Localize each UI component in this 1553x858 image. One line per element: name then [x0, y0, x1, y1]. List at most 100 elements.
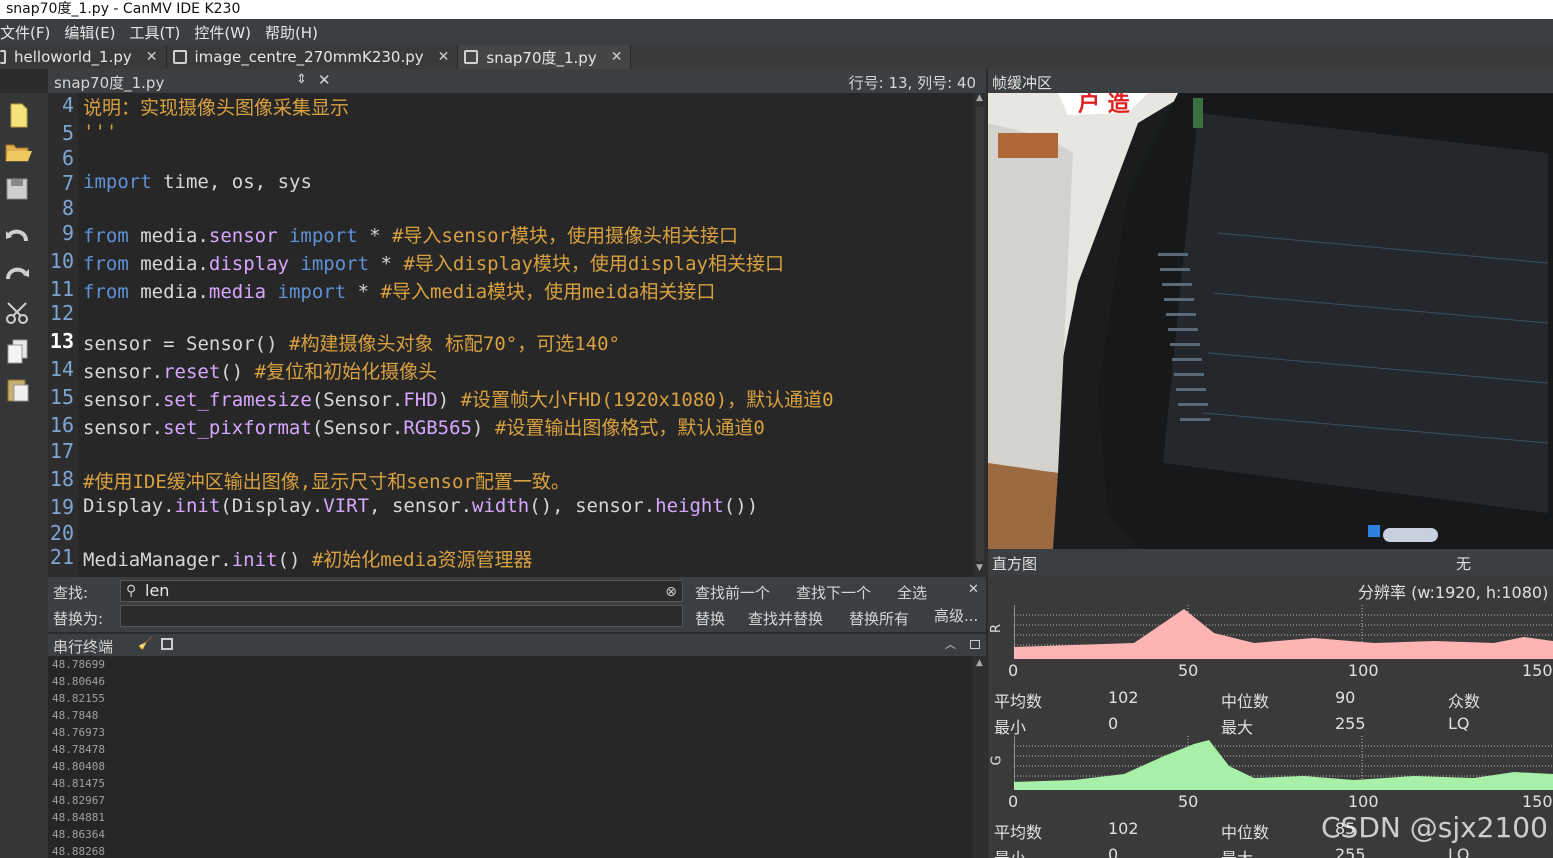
open-folder-icon[interactable]	[4, 137, 32, 165]
code-editor[interactable]: 4 说明：实现摄像头图像采集显示 5 ''' 6 7 import time, os, sy…	[48, 93, 973, 577]
line-number: 15	[49, 385, 74, 409]
menu-help[interactable]: 帮助(H)	[265, 22, 318, 43]
serial-terminal-output[interactable]: 48.78699 48.80646 48.82155 48.7848 48.76973 4…	[48, 656, 973, 858]
replace-all-button[interactable]: 替换所有	[849, 608, 909, 629]
serial-line: 48.80408	[52, 760, 105, 773]
menu-file[interactable]: 文件(F)	[0, 22, 50, 43]
find-prev-button[interactable]: 查找前一个	[695, 582, 770, 603]
tab-image-centre[interactable]: image_centre_270mmK230.py ✕	[167, 45, 459, 69]
find-next-button[interactable]: 查找下一个	[796, 582, 871, 603]
line-number: 8	[61, 196, 74, 220]
code-line[interactable]: 6	[48, 146, 973, 174]
lq-label: LQ	[1448, 845, 1470, 858]
histogram-g-chart	[1014, 736, 1553, 790]
find-input[interactable]: ⚲ len ⊗	[120, 580, 683, 602]
min-label: 最小	[994, 718, 1027, 737]
menu-edit[interactable]: 编辑(E)	[64, 22, 115, 43]
copy-icon[interactable]	[4, 337, 32, 365]
serial-line: 48.88268	[52, 845, 105, 858]
clear-icon[interactable]: ⊗	[665, 582, 677, 602]
code-line[interactable]: 17	[48, 439, 973, 467]
scroll-up-icon[interactable]: ▲	[976, 658, 983, 668]
tab-helloworld[interactable]: helloworld_1.py ✕	[0, 45, 167, 69]
left-toolbar	[0, 93, 48, 858]
line-number: 9	[61, 221, 74, 245]
code-text: sensor = Sensor() #构建摄像头对象 标配70°，可选140°	[83, 333, 620, 355]
close-icon[interactable]: ✕	[318, 71, 331, 89]
svg-text:户 造: 户 造	[1078, 93, 1130, 117]
histogram-title: 直方图	[992, 555, 1038, 573]
redo-icon[interactable]	[4, 259, 32, 287]
code-line[interactable]: 12	[48, 301, 973, 329]
menu-widgets[interactable]: 控件(W)	[194, 22, 251, 43]
clear-terminal-icon[interactable]: 🧹	[138, 636, 153, 650]
find-replace-button[interactable]: 查找并替换	[748, 608, 823, 629]
median-value: 90	[1335, 688, 1356, 707]
code-line[interactable]: 4 说明：实现摄像头图像采集显示	[48, 93, 973, 121]
avg-label: 平均数	[994, 823, 1043, 842]
code-text: MediaManager.init() #初始化media资源管理器	[83, 549, 533, 571]
replace-button[interactable]: 替换	[695, 608, 725, 629]
line-number: 13	[49, 329, 74, 353]
editor-header: snap70度_1.py ⇕ ✕ 行号: 13, 列号: 40	[48, 69, 986, 93]
file-icon	[464, 50, 479, 64]
advanced-button[interactable]: 高级...	[934, 605, 978, 626]
editor-scrollbar[interactable]: ▲ ▼	[973, 93, 987, 577]
code-line[interactable]: 8	[48, 196, 973, 224]
code-text: sensor.reset() #复位和初始化摄像头	[83, 361, 438, 383]
dropdown-arrows-icon[interactable]: ⇕	[296, 72, 307, 87]
tab-snap70[interactable]: snap70度_1.py ✕	[458, 45, 632, 69]
find-label: 查找:	[53, 584, 89, 602]
code-line[interactable]: 14 sensor.reset() #复位和初始化摄像头	[48, 357, 973, 385]
framebuffer-header: 帧缓冲区	[988, 69, 1553, 93]
code-text: 说明：实现摄像头图像采集显示	[83, 97, 350, 119]
code-line[interactable]: 10 from media.display import * #导入display…	[48, 249, 973, 277]
cut-icon[interactable]	[4, 299, 32, 327]
serial-scrollbar[interactable]: ▲	[973, 656, 987, 858]
paste-icon[interactable]	[4, 375, 32, 403]
select-all-button[interactable]: 全选	[897, 582, 927, 603]
code-line[interactable]: 7 import time, os, sys	[48, 171, 973, 199]
restore-icon[interactable]	[970, 640, 980, 649]
histogram-panel: 分辨率 (w:1920, h:1080) R 0 50 100 150 平均数 …	[988, 575, 1553, 858]
close-icon[interactable]: ✕	[611, 49, 623, 65]
code-line[interactable]: 21 MediaManager.init() #初始化media资源管理器	[48, 545, 973, 573]
new-file-icon[interactable]	[4, 101, 32, 129]
serial-line: 48.82967	[52, 794, 105, 807]
code-line[interactable]: 13 sensor = Sensor() #构建摄像头对象 标配70°，可选140…	[48, 329, 973, 357]
avg-label: 平均数	[994, 692, 1043, 711]
median-label: 中位数	[1221, 823, 1270, 842]
close-icon[interactable]: ✕	[968, 582, 979, 597]
code-line[interactable]: 15 sensor.set_framesize(Sensor.FHD) #设置帧大…	[48, 385, 973, 413]
tab-label: snap70度_1.py	[486, 48, 597, 67]
code-text: '''	[83, 121, 118, 143]
code-line[interactable]: 5 '''	[48, 121, 973, 149]
close-icon[interactable]: ✕	[146, 49, 158, 65]
histogram-mode-select[interactable]: 无	[1456, 553, 1471, 574]
min-value: 0	[1108, 845, 1119, 858]
undo-icon[interactable]	[4, 221, 32, 249]
line-number: 4	[61, 93, 74, 117]
line-number: 14	[49, 357, 74, 381]
code-line[interactable]: 16 sensor.set_pixformat(Sensor.RGB565) #设…	[48, 413, 973, 441]
save-icon[interactable]	[161, 638, 173, 650]
code-line[interactable]: 18 #使用IDE缓冲区输出图像,显示尺寸和sensor配置一致。	[48, 467, 973, 495]
replace-input[interactable]	[120, 605, 683, 627]
save-icon[interactable]	[4, 175, 32, 203]
scroll-down-icon[interactable]: ▼	[976, 563, 983, 573]
serial-line: 48.78478	[52, 743, 105, 756]
file-selector[interactable]: snap70度_1.py	[54, 72, 164, 93]
serial-line: 48.86364	[52, 828, 105, 841]
menu-tools[interactable]: 工具(T)	[130, 22, 181, 43]
collapse-icon[interactable]: ︿	[945, 636, 956, 652]
code-line[interactable]: 9 from media.sensor import * #导入sensor模块，…	[48, 221, 973, 249]
scrollbar-thumb[interactable]	[976, 107, 984, 561]
code-line[interactable]: 19 Display.init(Display.VIRT, sensor.widt…	[48, 495, 973, 523]
window-title: snap70度_1.py - CanMV IDE K230	[0, 0, 1553, 19]
avg-value: 102	[1108, 688, 1139, 707]
max-label: 最大	[1221, 845, 1253, 858]
file-icon	[172, 50, 187, 64]
close-icon[interactable]: ✕	[438, 49, 450, 65]
code-text: from media.sensor import * #导入sensor模块，使…	[83, 225, 739, 247]
scroll-up-icon[interactable]: ▲	[976, 93, 983, 103]
